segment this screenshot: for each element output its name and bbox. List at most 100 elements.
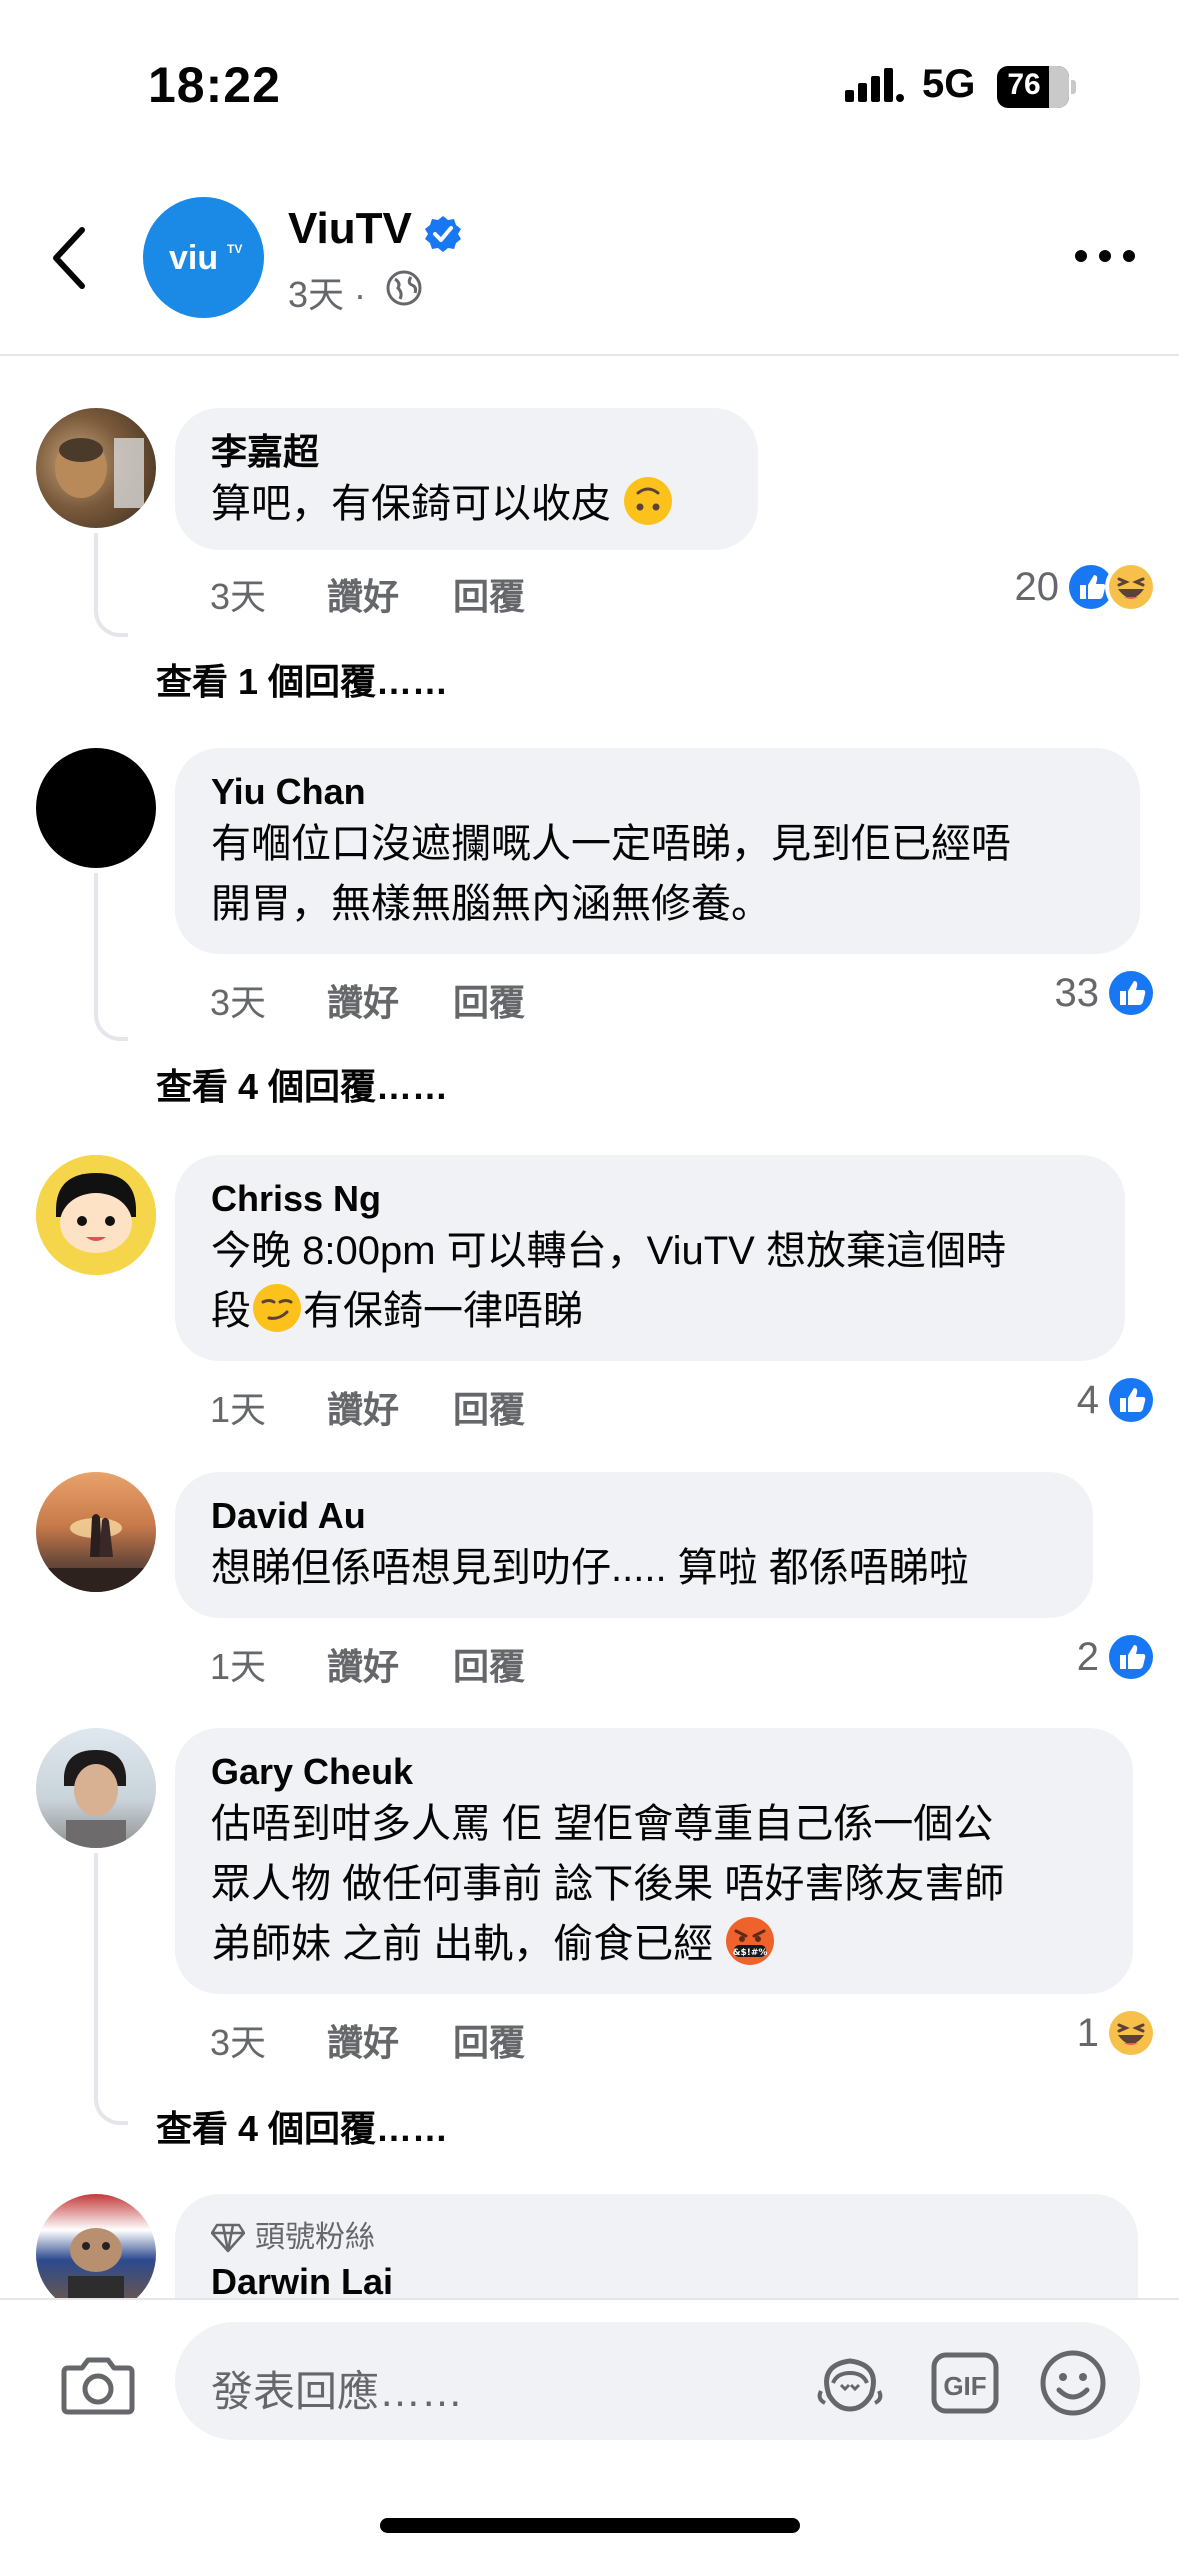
thread-line bbox=[94, 873, 128, 1041]
comment-text-line: 有保錡一律唔睇 bbox=[303, 1289, 583, 1333]
avatar-sticker-icon[interactable] bbox=[815, 2351, 885, 2415]
comment-bubble[interactable]: 李嘉超 算吧，有保錡可以收皮 bbox=[175, 408, 758, 550]
like-button[interactable]: 讚好 bbox=[327, 974, 453, 1026]
reply-button[interactable]: 回覆 bbox=[453, 974, 525, 1026]
reaction-summary[interactable]: 33 bbox=[1054, 967, 1157, 1019]
back-arrow-icon[interactable] bbox=[40, 218, 100, 298]
reaction-count: 4 bbox=[1076, 1377, 1099, 1422]
post-header: viu TV ViuTV 3天 · bbox=[0, 170, 1179, 356]
logo-text: viu bbox=[169, 239, 218, 277]
comment-author[interactable]: Darwin Lai bbox=[211, 2260, 1102, 2298]
comment-meta: 3天 讚好 回覆 bbox=[210, 568, 525, 620]
reaction-count: 2 bbox=[1076, 1634, 1099, 1679]
view-replies-link[interactable]: 查看 1 個回覆…… bbox=[156, 653, 448, 705]
reply-button[interactable]: 回覆 bbox=[453, 1381, 525, 1433]
like-icon bbox=[1105, 1631, 1157, 1683]
status-bar: 18:22 5G 76 bbox=[0, 0, 1179, 170]
comment-time: 3天 bbox=[210, 576, 267, 617]
globe-icon bbox=[386, 270, 422, 306]
haha-icon bbox=[1105, 2007, 1157, 2059]
reply-button[interactable]: 回覆 bbox=[453, 2014, 525, 2066]
comment-avatar[interactable] bbox=[36, 1155, 156, 1275]
comment-avatar[interactable] bbox=[36, 2194, 156, 2298]
like-icon bbox=[1105, 1374, 1157, 1426]
reaction-count: 1 bbox=[1076, 2010, 1099, 2055]
emoji-icon[interactable] bbox=[1038, 2348, 1108, 2418]
page-avatar[interactable]: viu TV bbox=[143, 197, 264, 318]
reaction-summary[interactable]: 20 bbox=[1014, 561, 1157, 613]
comment-time: 1天 bbox=[210, 1389, 267, 1430]
comment-meta: 3天 讚好 回覆 bbox=[210, 2014, 525, 2066]
view-replies-link[interactable]: 查看 4 個回覆…… bbox=[156, 2100, 448, 2152]
comment-avatar[interactable] bbox=[36, 1472, 156, 1592]
comment-author[interactable]: Yiu Chan bbox=[211, 770, 1104, 814]
battery-icon: 76 bbox=[997, 66, 1077, 108]
reaction-summary[interactable]: 2 bbox=[1077, 1631, 1157, 1683]
network-label: 5G bbox=[922, 62, 976, 106]
verified-icon bbox=[425, 216, 461, 252]
viutv-logo: viu TV bbox=[169, 239, 242, 277]
comment-author[interactable]: Gary Cheuk bbox=[211, 1750, 1097, 1794]
cursing-face-emoji-icon: &$!#% bbox=[726, 1917, 775, 1965]
post-time: 3天 · bbox=[288, 274, 367, 315]
comment-avatar[interactable] bbox=[36, 748, 156, 868]
like-button[interactable]: 讚好 bbox=[327, 568, 453, 620]
camera-icon[interactable] bbox=[60, 2352, 136, 2418]
comment-input[interactable]: 發表回應…… GIF bbox=[175, 2322, 1140, 2440]
comment-composer: 發表回應…… GIF bbox=[0, 2298, 1179, 2556]
comment-list[interactable]: 李嘉超 算吧，有保錡可以收皮 3天 讚好 回覆 20 查看 1 個回覆…… Yiu … bbox=[0, 358, 1179, 2298]
comment-time: 3天 bbox=[210, 982, 267, 1023]
comment-bubble[interactable]: 頭號粉絲 Darwin Lai bbox=[175, 2194, 1138, 2298]
reply-button[interactable]: 回覆 bbox=[453, 1638, 525, 1690]
battery-level: 76 bbox=[1007, 68, 1041, 101]
comment-input-placeholder: 發表回應…… bbox=[211, 2368, 464, 2415]
comment-bubble[interactable]: Chriss Ng 今晚 8:00pm 可以轉台，ViuTV 想放棄這個時 段 有… bbox=[175, 1155, 1125, 1361]
comment-text-line: 段 bbox=[211, 1289, 251, 1333]
like-button[interactable]: 讚好 bbox=[327, 2014, 453, 2066]
comment-avatar[interactable] bbox=[36, 408, 156, 528]
comment-text: 想睇但係唔想見到叻仔..... 算啦 都係唔睇啦 bbox=[211, 1546, 969, 1590]
comment-author[interactable]: Chriss Ng bbox=[211, 1177, 1089, 1221]
more-options-button[interactable] bbox=[1075, 240, 1137, 270]
diamond-icon bbox=[211, 2223, 245, 2253]
comment-time: 1天 bbox=[210, 1646, 267, 1687]
comment-text: 有嗰位口沒遮攔嘅人一定唔睇，見到佢已經唔 開胃，無樣無腦無內涵無修養。 bbox=[211, 822, 1011, 926]
haha-icon bbox=[1105, 561, 1157, 613]
comment-text: 算吧，有保錡可以收皮 bbox=[211, 482, 611, 526]
status-time: 18:22 bbox=[148, 57, 281, 113]
reaction-summary[interactable]: 1 bbox=[1077, 2007, 1157, 2059]
comment-bubble[interactable]: Gary Cheuk 估唔到咁多人罵 佢 望佢會尊重自己係一個公 眾人物 做任何… bbox=[175, 1728, 1133, 1994]
like-button[interactable]: 讚好 bbox=[327, 1638, 453, 1690]
reaction-summary[interactable]: 4 bbox=[1077, 1374, 1157, 1426]
comment-time: 3天 bbox=[210, 2022, 267, 2063]
comment-author[interactable]: David Au bbox=[211, 1494, 1057, 1538]
comment-bubble[interactable]: Yiu Chan 有嗰位口沒遮攔嘅人一定唔睇，見到佢已經唔 開胃，無樣無腦無內涵… bbox=[175, 748, 1140, 954]
thread-line bbox=[94, 533, 128, 637]
thread-line bbox=[94, 1853, 128, 2125]
reaction-count: 33 bbox=[1054, 970, 1100, 1015]
upside-down-face-emoji-icon bbox=[624, 477, 673, 525]
comment-meta: 1天 讚好 回覆 bbox=[210, 1638, 525, 1690]
comment-bubble[interactable]: David Au 想睇但係唔想見到叻仔..... 算啦 都係唔睇啦 bbox=[175, 1472, 1093, 1618]
comment-avatar[interactable] bbox=[36, 1728, 156, 1848]
reply-button[interactable]: 回覆 bbox=[453, 568, 525, 620]
badge-label: 頭號粉絲 bbox=[255, 2221, 375, 2254]
svg-text:TV: TV bbox=[227, 242, 242, 256]
comment-author[interactable]: 李嘉超 bbox=[211, 430, 722, 474]
home-indicator[interactable] bbox=[380, 2518, 800, 2533]
comment-text-line: 今晚 8:00pm 可以轉台，ViuTV 想放棄這個時 bbox=[211, 1229, 1006, 1273]
like-button[interactable]: 讚好 bbox=[327, 1381, 453, 1433]
top-fan-badge: 頭號粉絲 bbox=[211, 2216, 1102, 2260]
gif-icon[interactable]: GIF bbox=[930, 2351, 1000, 2415]
svg-text:GIF: GIF bbox=[943, 2371, 986, 2401]
reaction-count: 20 bbox=[1014, 564, 1060, 609]
comment-text: 估唔到咁多人罵 佢 望佢會尊重自己係一個公 眾人物 做任何事前 諗下後果 唔好害… bbox=[211, 1802, 1005, 1966]
smirk-face-emoji-icon bbox=[253, 1284, 301, 1332]
svg-text:&$!#%: &$!#% bbox=[733, 1948, 768, 1958]
like-icon bbox=[1105, 967, 1157, 1019]
comment-meta: 1天 讚好 回覆 bbox=[210, 1381, 525, 1433]
comment-meta: 3天 讚好 回覆 bbox=[210, 974, 525, 1026]
page-name[interactable]: ViuTV bbox=[288, 204, 412, 254]
view-replies-link[interactable]: 查看 4 個回覆…… bbox=[156, 1058, 448, 1110]
signal-icon bbox=[845, 68, 904, 102]
